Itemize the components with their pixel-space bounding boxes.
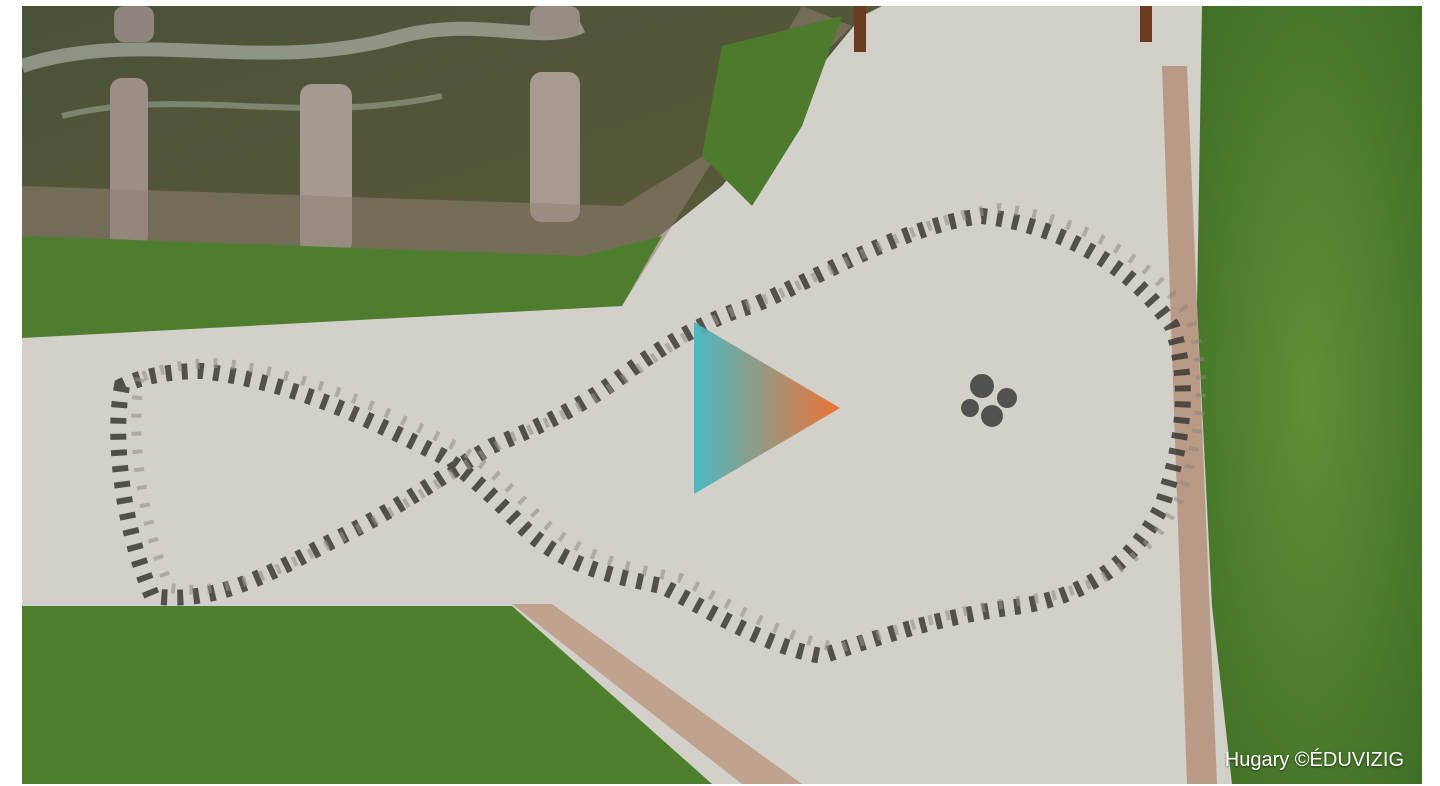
play-triangle-icon[interactable] — [694, 322, 842, 494]
bank-grass-right — [1197, 6, 1422, 784]
video-frame[interactable]: Hugary ©ÉDUVIZIG — [22, 6, 1422, 784]
photo-credit: Hugary ©ÉDUVIZIG — [1224, 749, 1404, 771]
